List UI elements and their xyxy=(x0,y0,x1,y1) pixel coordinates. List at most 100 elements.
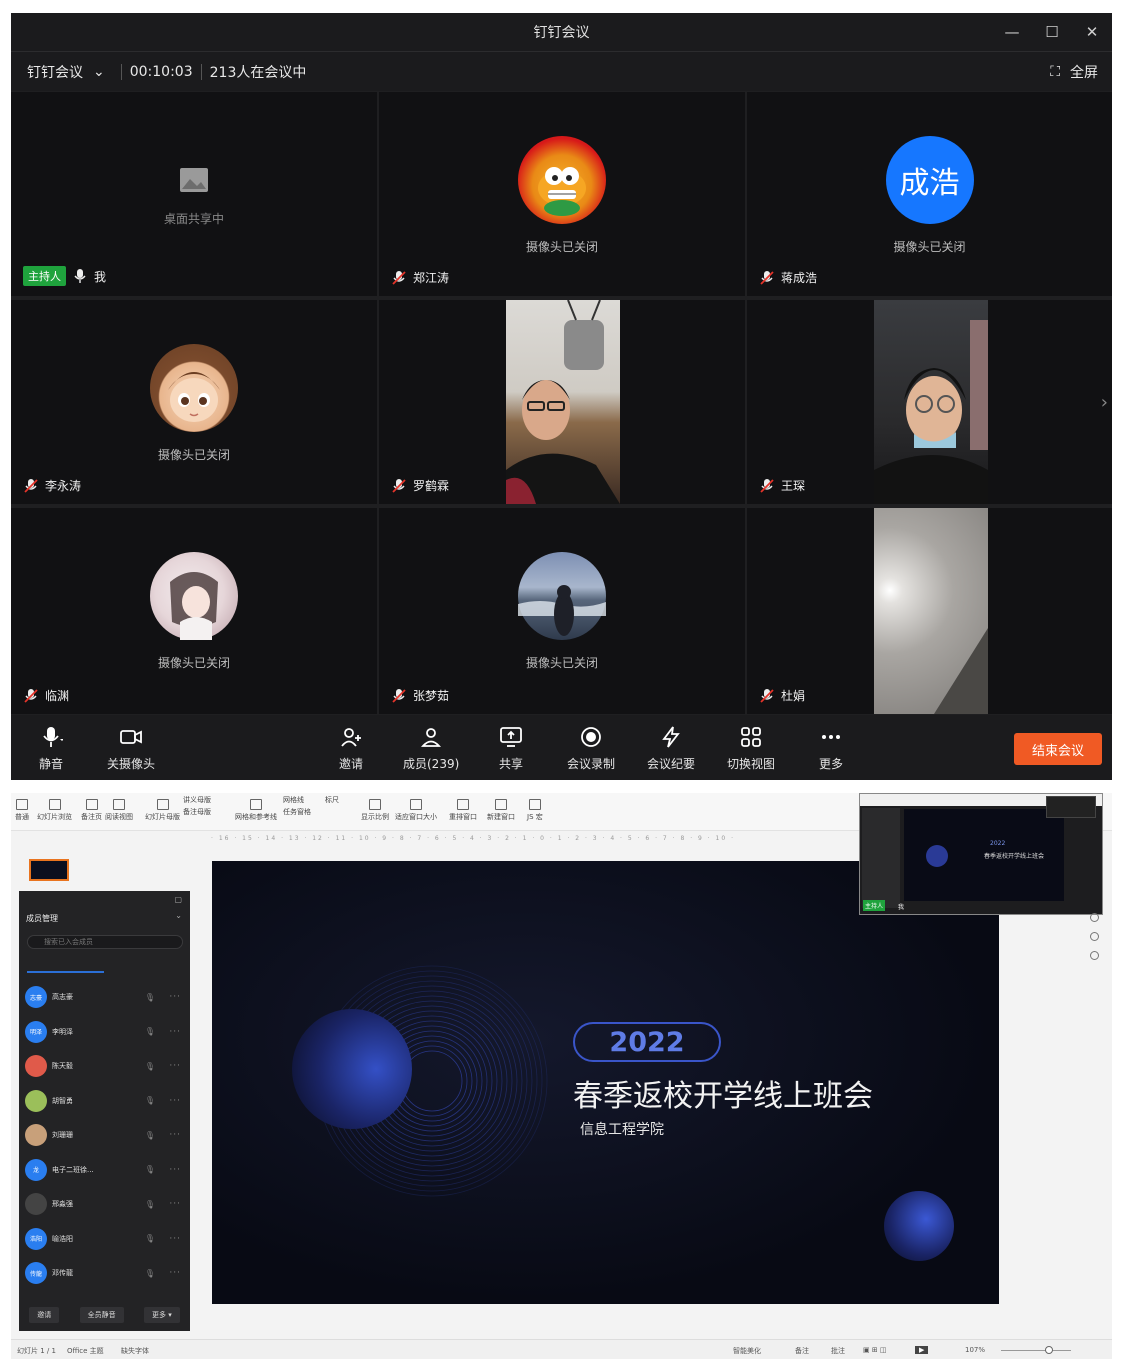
slide-thumbnail[interactable] xyxy=(29,859,69,881)
app-menu[interactable]: 钉钉会议 ⌄ xyxy=(11,62,105,82)
zoom-slider-handle[interactable] xyxy=(1045,1346,1053,1354)
mic-muted-icon[interactable]: 🎙 xyxy=(145,1062,155,1071)
list-item[interactable]: 胡智勇 🎙 ··· xyxy=(25,1089,185,1113)
location-icon[interactable] xyxy=(1089,951,1099,960)
member-panel-button[interactable]: 邀请 xyxy=(29,1307,60,1323)
tile-status: 摄像头已关闭 xyxy=(525,656,598,670)
fullscreen-button[interactable]: ⛶ 全屏 xyxy=(1050,52,1098,92)
ribbon-button[interactable]: 适应窗口大小 xyxy=(395,799,437,822)
member-panel-button[interactable]: 更多 ▾ xyxy=(144,1307,180,1323)
ribbon-button[interactable]: JS 宏 xyxy=(527,799,543,822)
ribbon-button[interactable]: 新建窗口 xyxy=(487,799,515,822)
tile-participant[interactable]: 成浩 摄像头已关闭 蒋成浩 xyxy=(747,92,1112,296)
next-page-icon[interactable]: › xyxy=(1101,392,1108,413)
beautify-button[interactable]: 智能美化 xyxy=(733,1346,761,1356)
ribbon-button[interactable]: 备注页 xyxy=(81,799,102,822)
list-item[interactable]: 传龍 邓传龍 🎙 ··· xyxy=(25,1261,185,1285)
minimize-icon[interactable]: — xyxy=(992,13,1032,51)
more-dots-icon[interactable]: ··· xyxy=(169,1027,181,1037)
close-icon[interactable]: ✕ xyxy=(1072,13,1112,51)
more-button[interactable]: 更多 xyxy=(819,725,843,772)
mute-label: 静音 xyxy=(39,757,64,771)
list-item[interactable]: 龙电子二班徐... 🎙 ··· xyxy=(25,1158,185,1182)
tile-participant-video[interactable]: 杜娟 xyxy=(747,508,1112,714)
ribbon-label: 显示比例 xyxy=(361,813,389,821)
avatar xyxy=(150,552,238,640)
more-dots-icon[interactable]: ··· xyxy=(169,1199,181,1209)
list-item[interactable]: 刘珊珊 🎙 ··· xyxy=(25,1123,185,1147)
ribbon-button[interactable]: 幻灯片母版 xyxy=(145,799,180,822)
ribbon-button[interactable]: 任务窗格 xyxy=(283,807,311,817)
tile-participant[interactable]: 摄像头已关闭 郑江涛 xyxy=(379,92,745,296)
ribbon-icon xyxy=(495,799,507,810)
panel-close-icon[interactable]: ▢ xyxy=(174,895,182,904)
tile-participant[interactable]: 摄像头已关闭 李永涛 xyxy=(11,300,377,504)
ribbon-button[interactable]: 网格线 xyxy=(283,795,304,805)
tile-participant[interactable]: 摄像头已关闭 临渊 xyxy=(11,508,377,714)
lightning-icon xyxy=(662,726,680,748)
tile-self[interactable]: 桌面共享中 主持人 我 xyxy=(11,92,377,296)
more-dots-icon[interactable]: ··· xyxy=(169,992,181,1002)
notes-button[interactable]: 备注 xyxy=(795,1346,809,1356)
help-icon[interactable] xyxy=(1089,913,1099,922)
camera-button[interactable]: 关摄像头 xyxy=(107,725,155,772)
more-dots-icon[interactable]: ··· xyxy=(169,1268,181,1278)
ribbon-button[interactable]: 讲义母版 xyxy=(183,795,211,805)
ribbon-button[interactable]: 重排窗口 xyxy=(449,799,477,822)
member-search-input[interactable]: 搜索已入会成员 xyxy=(27,935,183,949)
invite-button[interactable]: 邀请 xyxy=(339,725,363,772)
zoom-slider[interactable] xyxy=(1001,1350,1071,1351)
mic-muted-icon[interactable]: 🎙 xyxy=(145,1234,155,1243)
minutes-button[interactable]: 会议纪要 xyxy=(647,725,695,772)
mute-button[interactable]: 静音 xyxy=(39,725,63,772)
member-panel-button[interactable]: 全员静音 xyxy=(79,1307,124,1323)
mini-meeting-preview[interactable]: 2022 春季返校开学线上班会 主持人 我 xyxy=(859,793,1103,915)
maximize-icon[interactable]: ☐ xyxy=(1032,13,1072,51)
members-button[interactable]: 成员(239) xyxy=(403,725,459,772)
more-dots-icon[interactable]: ··· xyxy=(169,1061,181,1071)
ribbon-button[interactable]: 标尺 xyxy=(325,795,339,805)
list-item[interactable]: 浩阳 喻浩阳 🎙 ··· xyxy=(25,1227,185,1251)
participant-video xyxy=(874,508,988,714)
mic-muted-icon[interactable]: 🎙 xyxy=(145,1200,155,1209)
more-dots-icon[interactable]: ··· xyxy=(169,1130,181,1140)
ribbon-button[interactable]: 备注母版 xyxy=(183,807,211,817)
tile-participant-video[interactable]: 罗鹤霖 xyxy=(379,300,745,504)
more-dots-icon[interactable]: ··· xyxy=(169,1234,181,1244)
divider xyxy=(200,63,202,80)
more-dots-icon[interactable]: ··· xyxy=(169,1165,181,1175)
end-meeting-button[interactable]: 结束会议 xyxy=(1014,733,1102,765)
mic-muted-icon[interactable]: 🎙 xyxy=(145,1027,155,1036)
more-dots-icon[interactable]: ··· xyxy=(169,1096,181,1106)
ribbon-button[interactable]: 显示比例 xyxy=(361,799,389,822)
list-item[interactable]: 邢淼强 🎙 ··· xyxy=(25,1192,185,1216)
chevron-down-icon[interactable]: ⌄ xyxy=(175,911,182,920)
image-icon[interactable] xyxy=(1089,932,1099,941)
list-item[interactable]: 明泽 李明泽 🎙 ··· xyxy=(25,1020,185,1044)
tile-participant-video[interactable]: › 王琛 xyxy=(747,300,1112,504)
view-normal-icon[interactable]: ▣ ⊞ ◫ xyxy=(863,1346,887,1354)
share-button[interactable]: 共享 xyxy=(499,725,523,772)
ribbon-button[interactable]: 幻灯片浏览 xyxy=(37,799,72,822)
mic-muted-icon[interactable]: 🎙 xyxy=(145,1269,155,1278)
mic-muted-icon[interactable]: 🎙 xyxy=(145,1096,155,1105)
comment-button[interactable]: 批注 xyxy=(831,1346,845,1356)
list-item[interactable]: 志豪 高志豪 🎙 ··· xyxy=(25,985,185,1009)
ribbon-button[interactable]: 普通 xyxy=(15,799,29,822)
mic-muted-icon[interactable]: 🎙 xyxy=(145,1165,155,1174)
mic-muted-icon[interactable]: 🎙 xyxy=(145,1131,155,1140)
switch-view-button[interactable]: 切换视图 xyxy=(727,725,775,772)
member-name: 喻浩阳 xyxy=(52,1234,73,1243)
slide-title: 春季返校开学线上班会 xyxy=(573,1079,873,1114)
ribbon-icon xyxy=(16,799,28,810)
record-label: 会议录制 xyxy=(567,757,616,771)
play-icon[interactable]: ▶ xyxy=(915,1346,929,1354)
tile-participant[interactable]: 摄像头已关闭 张梦茹 xyxy=(379,508,745,714)
missing-font[interactable]: 缺失字体 xyxy=(121,1346,149,1356)
list-item[interactable]: 陈天毅 🎙 ··· xyxy=(25,1054,185,1078)
mic-muted-icon[interactable]: 🎙 xyxy=(145,993,155,1002)
ribbon-button[interactable]: 网格和参考线 xyxy=(235,799,277,822)
record-button[interactable]: 会议录制 xyxy=(567,725,615,772)
ribbon-button[interactable]: 阅读视图 xyxy=(105,799,133,822)
share-label: 共享 xyxy=(499,757,524,771)
